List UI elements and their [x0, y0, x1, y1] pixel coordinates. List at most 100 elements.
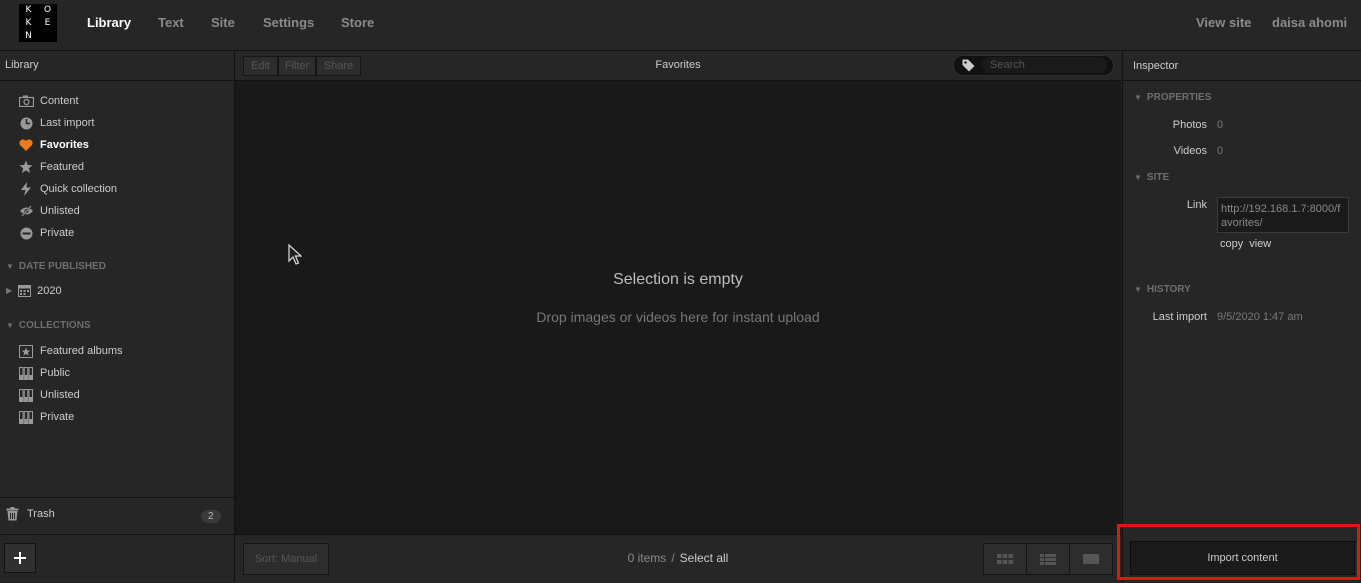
section-title: DATE PUBLISHED	[18, 261, 106, 272]
videos-value: 0	[1217, 145, 1224, 157]
view-site-link[interactable]: View site	[1196, 15, 1251, 30]
items-count: 0 items	[627, 551, 667, 565]
nav-library[interactable]: Library	[87, 15, 131, 30]
collections-section[interactable]: ▼ COLLECTIONS	[6, 320, 91, 331]
library-sidebar: Library Content Last import Favorites Fe…	[0, 51, 235, 582]
sidebar-item-last-import[interactable]: Last import	[18, 113, 94, 133]
trash-icon	[6, 507, 19, 521]
year-2020-item[interactable]: ▶ 2020	[6, 284, 62, 297]
inspector-panel: Inspector ▼ PROPERTIES Photos 0 Videos 0…	[1117, 51, 1361, 582]
date-published-section[interactable]: ▼ DATE PUBLISHED	[6, 261, 106, 272]
triangle-down-icon: ▼	[1134, 173, 1142, 182]
empty-state-title: Selection is empty	[613, 271, 743, 288]
trash-label: Trash	[27, 508, 55, 520]
collection-label: Featured albums	[40, 345, 123, 357]
koken-logo[interactable]: K O K E N	[19, 4, 57, 42]
album-icon	[18, 365, 34, 381]
divider	[0, 80, 234, 81]
section-title: HISTORY	[1146, 284, 1191, 295]
heart-icon	[18, 137, 34, 153]
clock-icon	[18, 115, 34, 131]
user-menu[interactable]: daisa ahomi	[1272, 15, 1347, 30]
sidebar-item-label: Last import	[40, 117, 95, 129]
triangle-down-icon: ▼	[1134, 93, 1142, 102]
lock-circle-icon	[18, 225, 34, 241]
sidebar-item-quick-collection[interactable]: Quick collection	[18, 179, 117, 199]
logo-letter: O	[43, 5, 52, 16]
sidebar-item-featured[interactable]: Featured	[18, 157, 84, 177]
sidebar-item-content[interactable]: Content	[18, 91, 79, 111]
view-mode-toggle	[983, 543, 1113, 575]
divider	[0, 534, 234, 535]
separator: /	[671, 551, 675, 565]
select-all-link[interactable]: Select all	[680, 551, 729, 565]
link-actions: copy view	[1220, 238, 1277, 250]
featured-album-icon	[18, 343, 34, 359]
videos-label: Videos	[1173, 145, 1207, 157]
album-icon	[18, 387, 34, 403]
single-view-button[interactable]	[1070, 544, 1112, 574]
nav-settings[interactable]: Settings	[263, 15, 314, 30]
inspector-title: Inspector	[1133, 60, 1179, 72]
view-link[interactable]: view	[1249, 238, 1271, 250]
logo-letter: E	[44, 17, 51, 28]
list-icon	[1040, 553, 1056, 565]
triangle-down-icon: ▼	[6, 262, 14, 271]
history-section[interactable]: ▼ HISTORY	[1134, 284, 1191, 295]
nav-text[interactable]: Text	[158, 15, 184, 30]
camera-icon	[18, 93, 34, 109]
section-title: PROPERTIES	[1146, 92, 1212, 103]
logo-letter: K	[25, 17, 32, 28]
triangle-down-icon: ▼	[6, 321, 14, 330]
add-button[interactable]	[4, 543, 36, 573]
sidebar-item-label: Featured	[40, 161, 85, 173]
collection-unlisted[interactable]: Unlisted	[18, 385, 80, 405]
logo-letter: K	[25, 5, 32, 16]
grid-view-button[interactable]	[984, 544, 1027, 574]
link-label: Link	[1186, 199, 1207, 211]
tag-icon[interactable]	[962, 59, 975, 75]
sidebar-item-label: Unlisted	[40, 205, 80, 217]
collection-label: Unlisted	[40, 389, 80, 401]
album-icon	[18, 409, 34, 425]
sidebar-item-label: Quick collection	[40, 183, 118, 195]
sidebar-item-label: Content	[40, 95, 79, 107]
main-content: Edit Filter Share Favorites Selection is…	[235, 51, 1121, 583]
collection-label: Private	[40, 411, 75, 423]
lightning-icon	[18, 181, 34, 197]
last-import-label: Last import	[1152, 311, 1207, 323]
single-image-icon	[1083, 554, 1099, 564]
top-nav-bar: K O K E N Library Text Site Settings Sto…	[0, 0, 1361, 51]
photos-label: Photos	[1172, 119, 1207, 131]
empty-state-subtitle: Drop images or videos here for instant u…	[536, 309, 820, 325]
import-content-button[interactable]: Import content	[1130, 541, 1355, 575]
plus-icon	[14, 547, 26, 570]
divider	[0, 497, 234, 498]
copy-link[interactable]: copy	[1220, 238, 1243, 250]
sidebar-item-unlisted[interactable]: Unlisted	[18, 201, 80, 221]
main-toolbar: Edit Filter Share Favorites	[235, 51, 1121, 81]
mouse-cursor-icon	[288, 243, 303, 269]
site-section[interactable]: ▼ SITE	[1134, 172, 1169, 183]
triangle-right-icon: ▶	[6, 286, 13, 295]
trash-item[interactable]: Trash	[6, 507, 55, 521]
sidebar-item-favorites[interactable]: Favorites	[18, 135, 89, 155]
year-label: 2020	[37, 284, 62, 297]
collection-public[interactable]: Public	[18, 363, 70, 383]
section-title: SITE	[1146, 172, 1170, 183]
collection-private[interactable]: Private	[18, 407, 74, 427]
collection-featured-albums[interactable]: Featured albums	[18, 341, 123, 361]
properties-section[interactable]: ▼ PROPERTIES	[1134, 92, 1211, 103]
sidebar-title: Library	[5, 59, 39, 71]
list-view-button[interactable]	[1027, 544, 1070, 574]
main-bottom-bar: Sort: Manual 0 items / Select all	[235, 534, 1121, 583]
sidebar-item-private[interactable]: Private	[18, 223, 74, 243]
link-field[interactable]: http://192.168.1.7:8000/favorites/	[1217, 197, 1349, 233]
search-input[interactable]	[982, 57, 1107, 73]
photos-value: 0	[1217, 119, 1224, 131]
section-title: COLLECTIONS	[18, 320, 91, 331]
nav-store[interactable]: Store	[341, 15, 374, 30]
last-import-value: 9/5/2020 1:47 am	[1217, 311, 1303, 323]
nav-site[interactable]: Site	[211, 15, 235, 30]
star-icon	[18, 159, 34, 175]
